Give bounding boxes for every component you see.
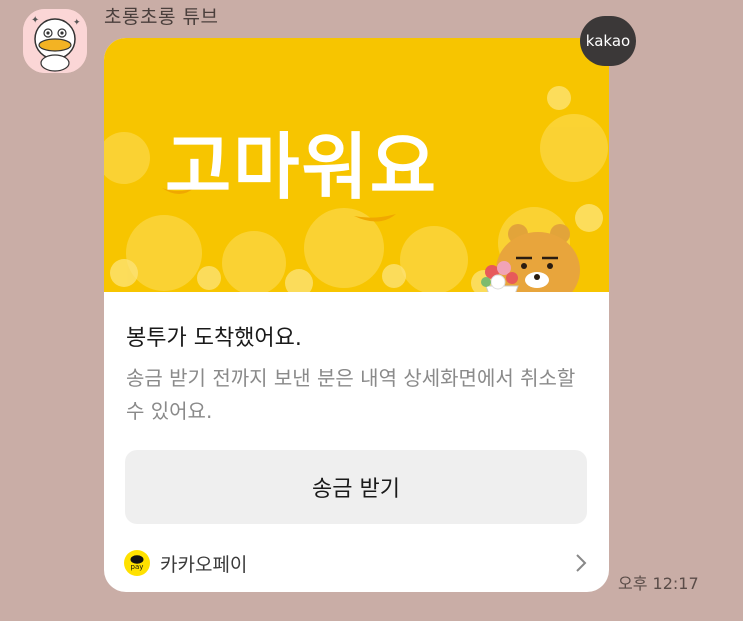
card-description: 송금 받기 전까지 보낸 분은 내역 상세화면에서 취소할 수 있어요. (126, 366, 576, 423)
kakaopay-label: 카카오페이 (160, 553, 248, 576)
svg-text:✦: ✦ (31, 15, 39, 26)
receive-transfer-button[interactable]: 송금 받기 (125, 450, 587, 524)
envelope-message-card[interactable]: 고마워요 봉투가 도착했어요. 송금 받기 전까지 보낸 분은 내역 상세화면에… (104, 38, 609, 592)
sender-name: 초롱초롱 튜브 (104, 6, 219, 28)
speech-bubble-icon (130, 555, 144, 564)
banner-title: 고마워요 (165, 125, 438, 209)
message-timestamp: 오후 12:17 (618, 574, 699, 593)
kakaopay-footer[interactable]: pay 카카오페이 (124, 546, 587, 580)
duck-character-icon: ✦ ✦ (23, 9, 87, 73)
ryan-character (481, 224, 580, 292)
kakao-badge: kakao (580, 16, 636, 66)
sender-avatar[interactable]: ✦ ✦ (23, 9, 87, 73)
kakaopay-icon: pay (124, 550, 150, 576)
card-headline: 봉투가 도착했어요. (126, 326, 302, 351)
chevron-right-icon (576, 554, 587, 572)
thank-you-banner: 고마워요 (104, 38, 609, 292)
svg-text:✦: ✦ (73, 18, 81, 28)
